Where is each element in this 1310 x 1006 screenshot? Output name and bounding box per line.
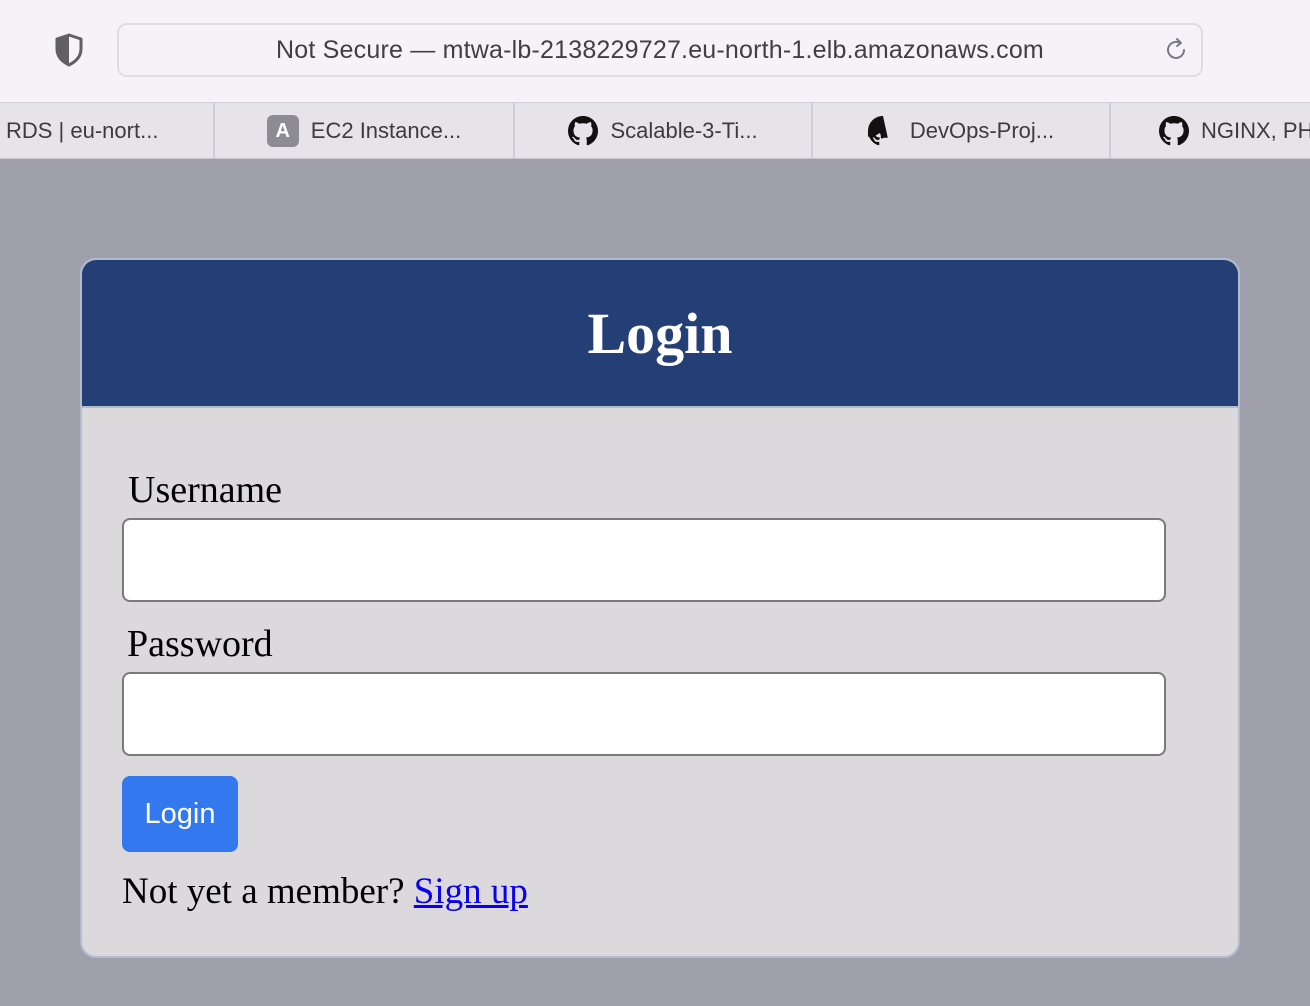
tab-scalable-3-tier[interactable]: Scalable-3-Ti...	[515, 103, 813, 158]
page-title: Login	[587, 300, 733, 366]
password-label: Password	[127, 623, 273, 665]
address-text: Not Secure — mtwa-lb-2138229727.eu-north…	[276, 35, 1044, 64]
reload-icon[interactable]	[1163, 37, 1189, 63]
browser-toolbar: Not Secure — mtwa-lb-2138229727.eu-north…	[0, 0, 1310, 102]
tab-rds[interactable]: RDS | eu-nort...	[0, 103, 215, 158]
tab-label: RDS | eu-nort...	[6, 118, 159, 143]
signup-link[interactable]: Sign up	[414, 871, 528, 912]
github-icon	[867, 116, 888, 146]
login-button[interactable]: Login	[122, 776, 238, 852]
tab-label: EC2 Instance...	[310, 118, 462, 143]
tab-label: Scalable-3-Ti...	[610, 118, 758, 143]
password-input[interactable]	[122, 672, 1166, 756]
shield-icon[interactable]	[54, 33, 84, 67]
address-bar[interactable]: Not Secure — mtwa-lb-2138229727.eu-north…	[117, 23, 1203, 77]
signup-prompt: Not yet a member?	[122, 871, 405, 912]
tab-ec2-instance[interactable]: A EC2 Instance...	[215, 103, 515, 158]
tab-label: NGINX, PH	[1201, 118, 1310, 143]
tab-label: DevOps-Proj...	[909, 118, 1055, 143]
letter-a-icon: A	[266, 115, 299, 147]
signup-prompt-line: Not yet a member? Sign up	[122, 870, 528, 913]
github-icon	[568, 116, 599, 146]
tab-devops-project[interactable]: DevOps-Proj...	[813, 103, 1111, 158]
username-label: Username	[128, 469, 283, 511]
github-icon	[1159, 116, 1189, 146]
tab-nginx[interactable]: NGINX, PH	[1111, 103, 1310, 158]
login-card: Login Username Password Login Not yet a …	[80, 258, 1240, 958]
login-card-header: Login	[82, 260, 1238, 408]
tab-bar: RDS | eu-nort... A EC2 Instance... Scala…	[0, 102, 1310, 159]
username-input[interactable]	[122, 518, 1166, 602]
